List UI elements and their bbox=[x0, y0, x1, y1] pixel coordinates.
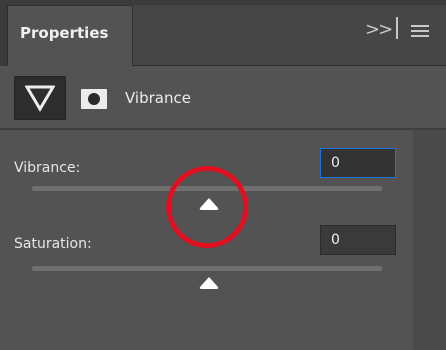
vibrance-label: Vibrance: bbox=[14, 160, 81, 176]
adjustment-title: Vibrance bbox=[125, 89, 191, 107]
annotation-circle bbox=[166, 166, 248, 248]
saturation-slider-thumb[interactable] bbox=[198, 276, 220, 290]
vibrance-triangle-icon bbox=[25, 85, 55, 112]
adjustment-header bbox=[0, 66, 446, 128]
divider bbox=[396, 17, 398, 39]
scrollbar-track[interactable] bbox=[413, 130, 446, 350]
panel-menu-icon[interactable] bbox=[411, 25, 429, 37]
saturation-value-field[interactable] bbox=[320, 225, 396, 255]
panel-tab-bar: Properties >> bbox=[0, 0, 446, 66]
properties-panel: Properties >> Vibrance Vibrance: Saturat… bbox=[0, 0, 446, 350]
vibrance-value-field[interactable] bbox=[320, 148, 396, 178]
layer-mask-icon[interactable] bbox=[81, 89, 107, 109]
vibrance-adjustment-button[interactable] bbox=[14, 76, 66, 120]
tab-bar-empty-area bbox=[133, 5, 446, 66]
tab-properties-label: Properties bbox=[20, 24, 109, 42]
saturation-slider-track[interactable] bbox=[32, 266, 382, 271]
header-divider bbox=[0, 128, 446, 130]
saturation-label: Saturation: bbox=[14, 236, 92, 252]
tab-properties[interactable]: Properties bbox=[7, 5, 133, 66]
collapse-panel-icon[interactable]: >> bbox=[365, 19, 393, 40]
